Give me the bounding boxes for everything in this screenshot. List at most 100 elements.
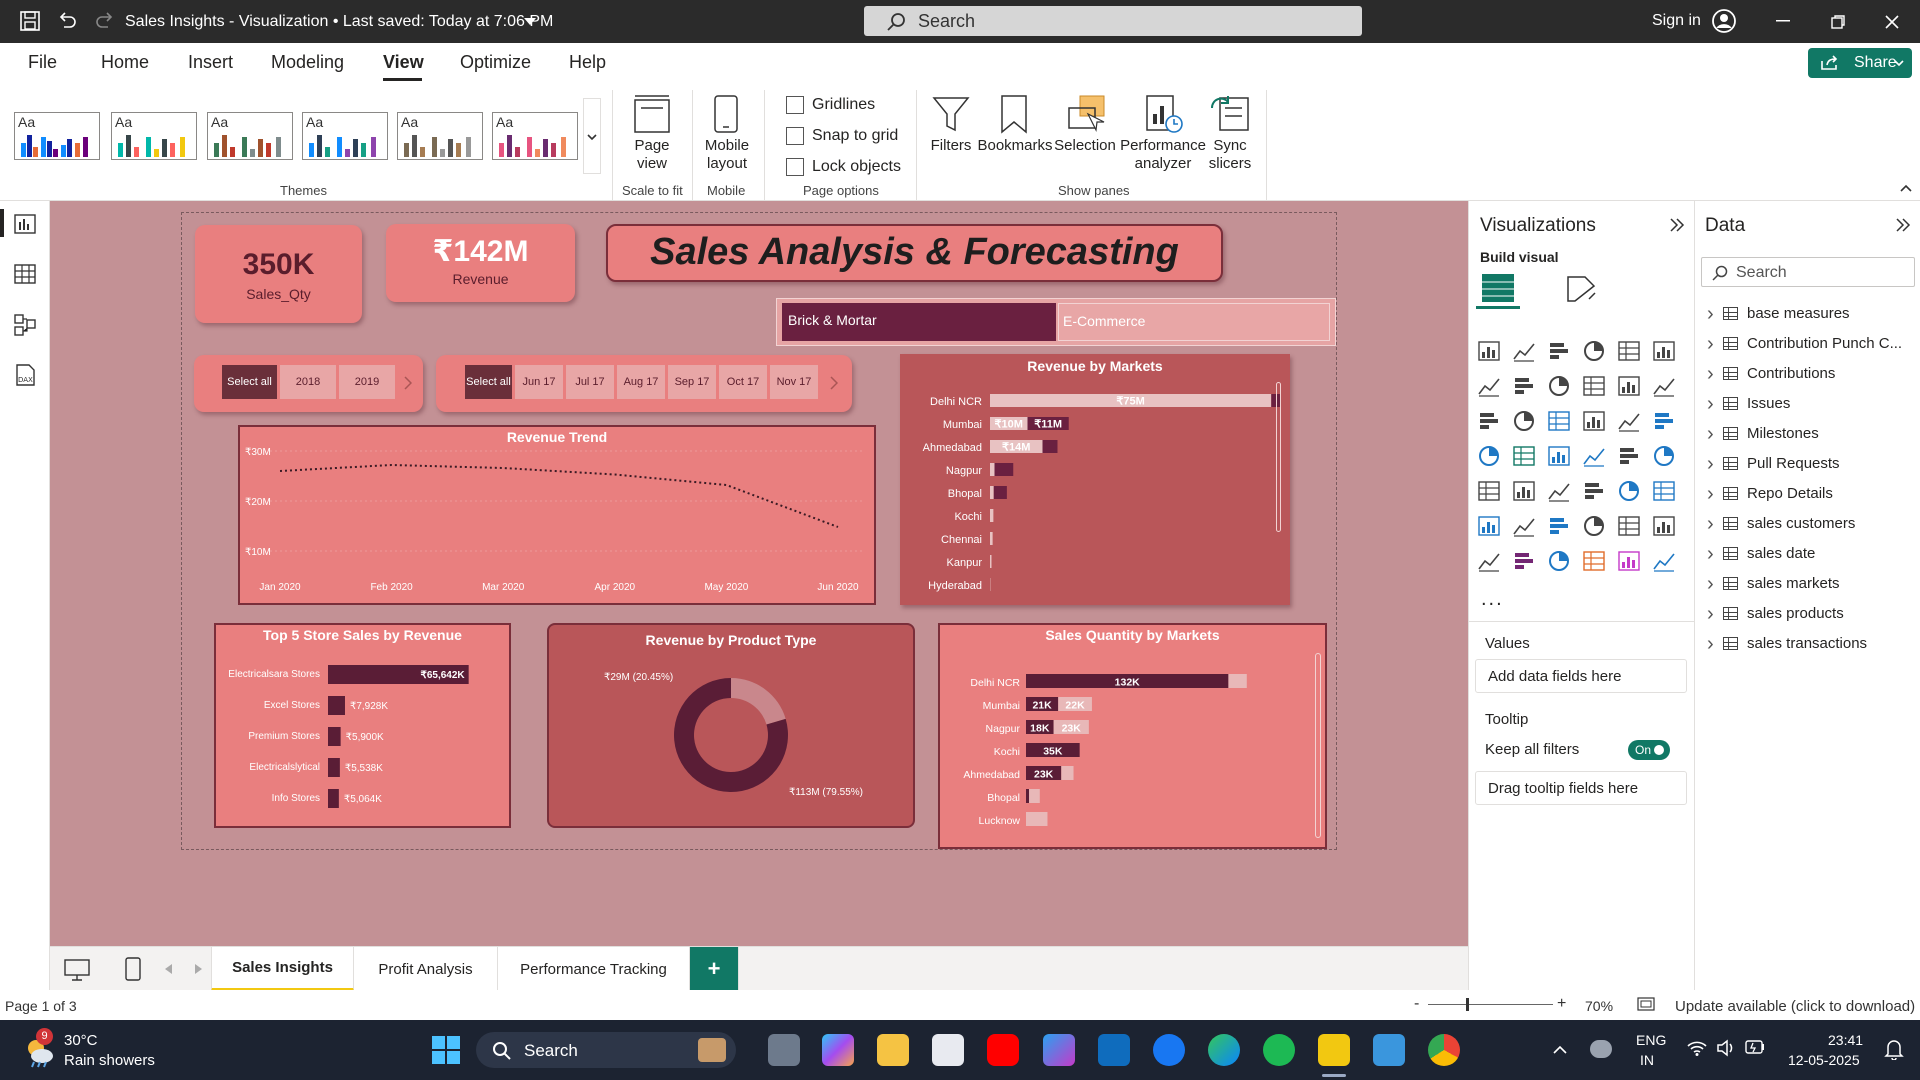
model-view-icon[interactable]	[14, 314, 36, 336]
youtube-icon[interactable]	[987, 1034, 1019, 1066]
theme-1[interactable]: Aa	[14, 112, 100, 160]
facebook-icon[interactable]	[1153, 1034, 1185, 1066]
revenue-by-product-visual[interactable]: Revenue by Product Type ₹29M (20.45%) ₹11…	[547, 623, 915, 828]
notepad-app-icon[interactable]	[932, 1034, 964, 1066]
treemap-chart-icon[interactable]	[1477, 444, 1501, 468]
custom-chart-icon[interactable]	[1652, 549, 1676, 573]
chevron-right-icon[interactable]	[195, 964, 203, 974]
menu-optimize[interactable]: Optimize	[460, 52, 531, 73]
revenue-trend-visual[interactable]: Revenue Trend ₹30M ₹20M ₹10M Jan 2020 Feb 20…	[238, 425, 876, 605]
format-visual-icon[interactable]	[1565, 273, 1597, 305]
sales-qty-by-markets-visual[interactable]: Sales Quantity by Markets Delhi NCR 132K M…	[938, 623, 1327, 849]
chevron-right-icon[interactable]: ›	[1707, 484, 1723, 504]
field-table-item[interactable]: › Milestones	[1707, 424, 1819, 444]
year-chip-2019[interactable]: 2019	[339, 365, 395, 399]
tab-profit-analysis[interactable]: Profit Analysis	[354, 947, 498, 991]
report-view-icon[interactable]	[14, 214, 36, 234]
menu-insert[interactable]: Insert	[188, 52, 233, 73]
mobile-layout-button[interactable]: Mobile layout	[697, 137, 757, 173]
chevron-down-icon[interactable]	[524, 18, 536, 26]
chevron-right-icon[interactable]	[830, 376, 838, 390]
donut-chart-icon[interactable]	[1652, 409, 1676, 433]
windows-start-icon[interactable]	[432, 1036, 460, 1064]
stacked-bar-chart-icon[interactable]	[1477, 339, 1501, 363]
table-view-icon[interactable]	[14, 264, 36, 284]
collapse-pane-icon[interactable]	[1895, 218, 1911, 232]
channel-option-brick-mortar[interactable]: Brick & Mortar	[782, 303, 1056, 341]
update-available-link[interactable]: Update available (click to download)	[1675, 998, 1915, 1015]
100-bar-chart-icon[interactable]	[1617, 339, 1641, 363]
power-automate-chart-icon[interactable]	[1547, 549, 1571, 573]
selection-button[interactable]: Selection	[1052, 137, 1118, 155]
field-table-item[interactable]: › sales date	[1707, 544, 1815, 564]
spotify-icon[interactable]	[1263, 1034, 1295, 1066]
power-bi-icon[interactable]	[1318, 1034, 1350, 1066]
m365-icon[interactable]	[1043, 1034, 1075, 1066]
fit-to-page-icon[interactable]	[1637, 997, 1655, 1011]
outlook-icon[interactable]	[1098, 1034, 1130, 1066]
narrative-chart-icon[interactable]	[1617, 514, 1641, 538]
gauge-chart-icon[interactable]	[1617, 444, 1641, 468]
volume-icon[interactable]	[1716, 1039, 1736, 1057]
tab-sales-insights[interactable]: Sales Insights	[211, 947, 354, 991]
map-chart-icon[interactable]	[1512, 444, 1536, 468]
data-search-input[interactable]: Search	[1701, 257, 1915, 287]
chevron-right-icon[interactable]: ›	[1707, 604, 1723, 624]
sync-slicers-icon[interactable]	[1210, 94, 1250, 134]
chevron-right-icon[interactable]: ›	[1707, 514, 1723, 534]
kpi-card-revenue[interactable]: ₹142M Revenue	[386, 224, 575, 302]
mobile-layout-icon[interactable]	[712, 94, 740, 134]
gridlines-checkbox[interactable]	[786, 96, 804, 114]
slicer-chart-icon[interactable]	[1547, 479, 1571, 503]
line-chart-icon[interactable]	[1477, 374, 1501, 398]
zoom-out-button[interactable]: -	[1414, 995, 1419, 1013]
funnel-chart-icon[interactable]	[1547, 409, 1571, 433]
theme-6[interactable]: Aa	[492, 112, 578, 160]
clustered-bar-chart-icon[interactable]	[1547, 339, 1571, 363]
scrollbar[interactable]	[1315, 653, 1321, 838]
field-table-item[interactable]: › Repo Details	[1707, 484, 1833, 504]
field-table-item[interactable]: › sales customers	[1707, 514, 1855, 534]
collapse-ribbon-icon[interactable]	[1900, 184, 1912, 192]
menu-modeling[interactable]: Modeling	[271, 52, 344, 73]
python-chart-icon[interactable]	[1477, 514, 1501, 538]
matrix-chart-icon[interactable]	[1617, 479, 1641, 503]
key-influencers-chart-icon[interactable]	[1512, 514, 1536, 538]
field-table-item[interactable]: › base measures	[1707, 304, 1850, 324]
chevron-right-icon[interactable]: ›	[1707, 574, 1723, 594]
month-chip-sep17[interactable]: Sep 17	[668, 365, 716, 399]
clustered-column-chart-icon[interactable]	[1582, 339, 1606, 363]
chevron-right-icon[interactable]	[404, 376, 412, 390]
area-chart-icon[interactable]	[1512, 374, 1536, 398]
field-table-item[interactable]: › sales products	[1707, 604, 1844, 624]
month-chip-oct17[interactable]: Oct 17	[719, 365, 767, 399]
menu-file[interactable]: File	[28, 52, 57, 73]
theme-2[interactable]: Aa	[111, 112, 197, 160]
add-page-button[interactable]: +	[690, 947, 739, 991]
waterfall-chart-icon[interactable]	[1512, 409, 1536, 433]
month-chip-nov17[interactable]: Nov 17	[770, 365, 818, 399]
month-chip-select-all[interactable]: Select all	[465, 365, 512, 399]
power-apps-chart-icon[interactable]	[1512, 549, 1536, 573]
account-icon[interactable]	[1712, 9, 1736, 33]
scatter-chart-icon[interactable]	[1582, 409, 1606, 433]
sign-in-link[interactable]: Sign in	[1652, 12, 1701, 30]
values-well[interactable]: Add data fields here	[1475, 659, 1687, 693]
year-chip-2018[interactable]: 2018	[280, 365, 336, 399]
sync-slicers-button[interactable]: Sync slicers	[1200, 137, 1260, 173]
performance-analyzer-icon[interactable]	[1144, 94, 1184, 134]
undo-icon[interactable]	[57, 11, 77, 31]
zoom-slider-thumb[interactable]	[1466, 998, 1469, 1011]
more-visuals-button[interactable]: ...	[1481, 588, 1504, 611]
metrics-chart-icon[interactable]	[1477, 549, 1501, 573]
bookmarks-button[interactable]: Bookmarks	[975, 137, 1055, 155]
qa-chart-icon[interactable]	[1582, 514, 1606, 538]
themes-expand-button[interactable]	[583, 98, 601, 174]
page-view-button[interactable]: Page view	[622, 137, 682, 173]
theme-3[interactable]: Aa	[207, 112, 293, 160]
kpi-card-sales-qty[interactable]: 350K Sales_Qty	[195, 225, 362, 323]
language-line-1[interactable]: ENG	[1636, 1032, 1666, 1048]
chevron-right-icon[interactable]: ›	[1707, 634, 1723, 654]
notifications-icon[interactable]	[1884, 1038, 1904, 1060]
field-table-item[interactable]: › sales transactions	[1707, 634, 1867, 654]
